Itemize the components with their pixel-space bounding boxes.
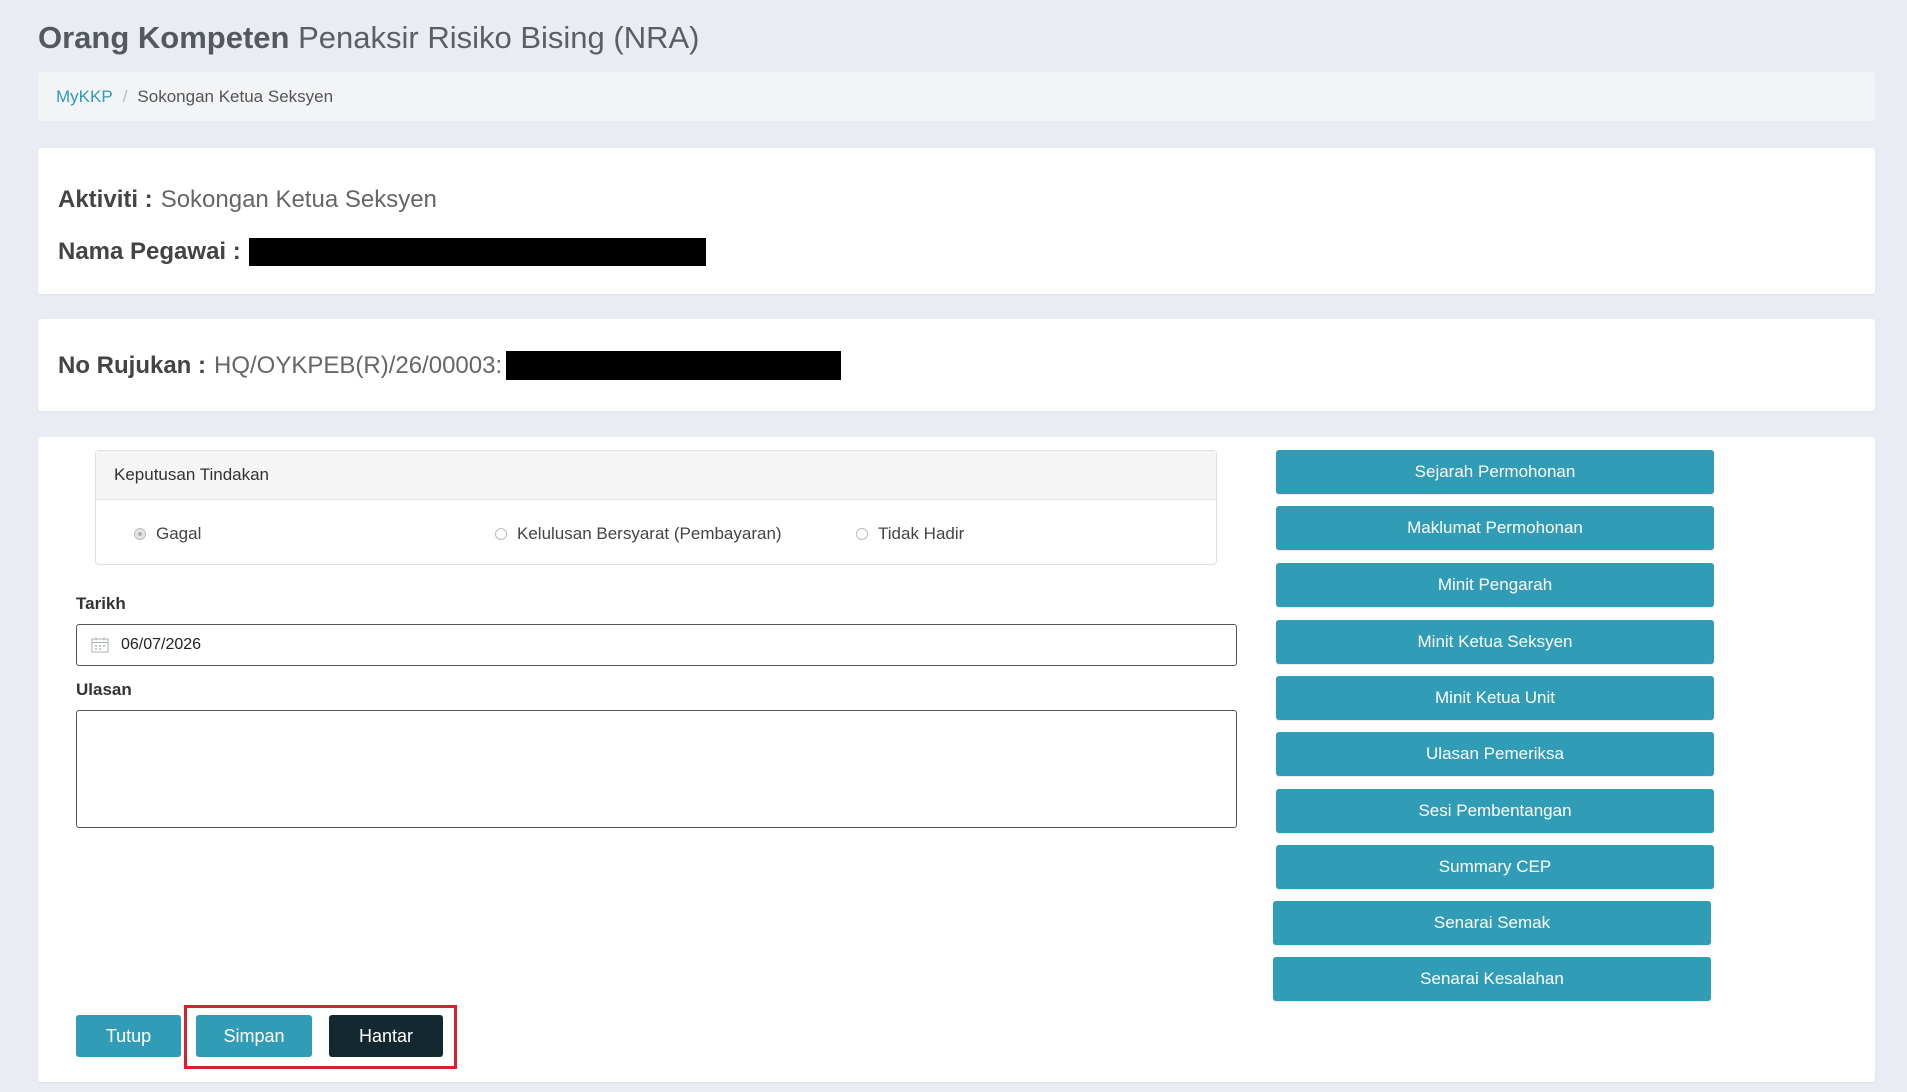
highlight-box: [184, 1005, 457, 1069]
radio-label: Tidak Hadir: [878, 524, 965, 543]
radio-label: Kelulusan Bersyarat (Pembayaran): [517, 524, 782, 543]
summary-cep-button[interactable]: Summary CEP: [1276, 845, 1714, 889]
page-title-bold: Orang Kompeten: [38, 20, 290, 55]
comment-label: Ulasan: [76, 680, 132, 699]
minit-ketua-seksyen-button[interactable]: Minit Ketua Seksyen: [1276, 620, 1714, 664]
reference-redacted: [506, 351, 842, 380]
calendar-icon: [91, 637, 109, 653]
breadcrumb-home-link[interactable]: MyKKP: [56, 87, 113, 107]
page-title: Orang Kompeten Penaksir Risiko Bising (N…: [38, 20, 699, 56]
breadcrumb-current: Sokongan Ketua Seksyen: [137, 86, 334, 106]
radio-option-kelulusan-bersyarat[interactable]: Kelulusan Bersyarat (Pembayaran): [495, 524, 782, 544]
decision-panel: Keputusan Tindakan Gagal Kelulusan Bersy…: [95, 450, 1217, 565]
reference-label: No Rujukan :: [58, 351, 206, 379]
date-field[interactable]: 06/07/2026: [76, 624, 1237, 666]
employee-line: Nama Pegawai :: [58, 238, 706, 266]
radio-button[interactable]: [134, 528, 146, 540]
activity-line: Aktiviti : Sokongan Ketua Seksyen: [58, 186, 437, 214]
page-title-subtitle: Penaksir Risiko Bising (NRA): [298, 20, 700, 55]
sejarah-permohonan-button[interactable]: Sejarah Permohonan: [1276, 450, 1714, 494]
senarai-kesalahan-button[interactable]: Senarai Kesalahan: [1273, 957, 1711, 1001]
date-label: Tarikh: [76, 594, 126, 613]
reference-value: HQ/OYKPEB(R)/26/00003:: [214, 351, 503, 379]
breadcrumb: MyKKP / Sokongan Ketua Seksyen: [38, 72, 1875, 121]
employee-label: Nama Pegawai :: [58, 238, 241, 265]
form-card: Keputusan Tindakan Gagal Kelulusan Bersy…: [38, 437, 1875, 1082]
sesi-pembentangan-button[interactable]: Sesi Pembentangan: [1276, 789, 1714, 833]
breadcrumb-separator: /: [122, 86, 128, 106]
ulasan-pemeriksa-button[interactable]: Ulasan Pemeriksa: [1276, 732, 1714, 776]
comment-textarea[interactable]: [76, 710, 1237, 828]
activity-label: Aktiviti :: [58, 186, 153, 213]
radio-button[interactable]: [495, 528, 507, 540]
minit-ketua-unit-button[interactable]: Minit Ketua Unit: [1276, 676, 1714, 720]
minit-pengarah-button[interactable]: Minit Pengarah: [1276, 563, 1714, 607]
tutup-button[interactable]: Tutup: [76, 1015, 181, 1057]
reference-card: No Rujukan : HQ/OYKPEB(R)/26/00003:: [38, 319, 1875, 411]
radio-option-tidak-hadir[interactable]: Tidak Hadir: [856, 524, 964, 544]
radio-label: Gagal: [156, 524, 202, 543]
employee-name-redacted: [248, 238, 706, 266]
decision-title: Keputusan Tindakan: [96, 451, 1216, 500]
senarai-semak-button[interactable]: Senarai Semak: [1273, 901, 1711, 945]
maklumat-permohonan-button[interactable]: Maklumat Permohonan: [1276, 506, 1714, 550]
radio-option-gagal[interactable]: Gagal: [134, 524, 201, 544]
activity-card: Aktiviti : Sokongan Ketua Seksyen Nama P…: [38, 148, 1875, 294]
radio-button[interactable]: [856, 528, 868, 540]
reference-line: No Rujukan : HQ/OYKPEB(R)/26/00003:: [58, 351, 842, 380]
date-value: 06/07/2026: [121, 636, 202, 653]
activity-value: Sokongan Ketua Seksyen: [160, 186, 437, 213]
